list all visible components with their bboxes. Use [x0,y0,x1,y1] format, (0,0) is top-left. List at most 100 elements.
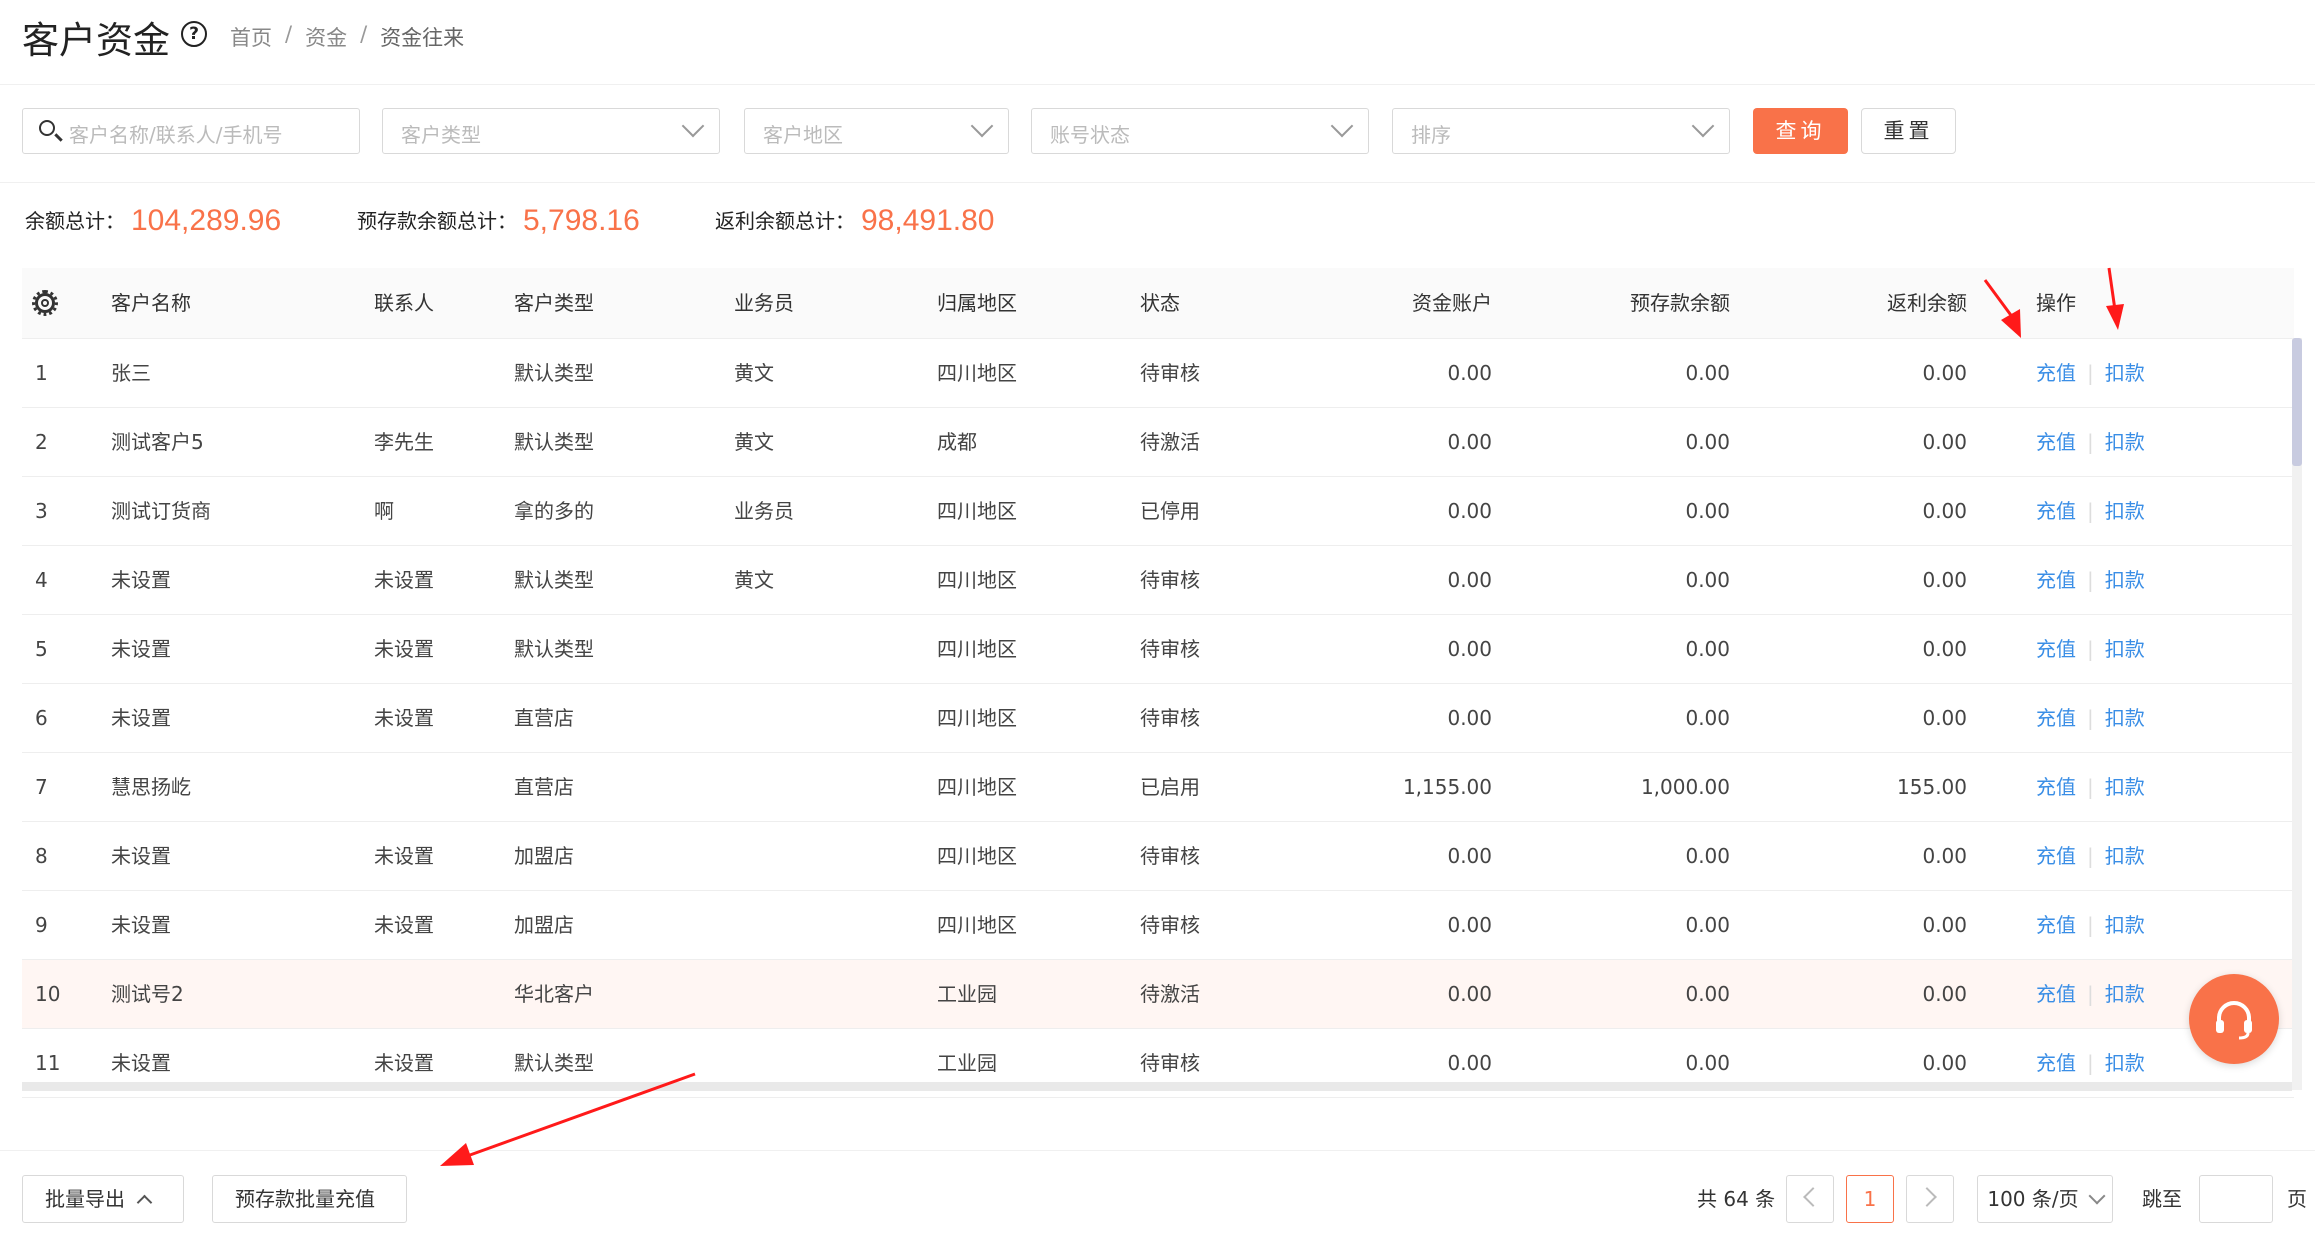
cell-customer-type: 华北客户 [514,982,594,1006]
chevron-down-icon [970,114,994,138]
recharge-link[interactable]: 充值 [2036,706,2076,730]
page-size-select[interactable]: 100 条/页 [1977,1175,2113,1223]
cell-row-number: 8 [35,844,48,868]
cell-region: 成都 [937,430,977,454]
cell-customer-name: 测试订货商 [111,499,211,523]
cell-customer-type: 加盟店 [514,844,574,868]
cell-status: 待激活 [1140,430,1200,454]
customer-support-button[interactable] [2189,974,2279,1064]
cell-fund-account: 0.00 [1447,361,1492,385]
recharge-link[interactable]: 充值 [2036,568,2076,592]
region-select[interactable]: 客户地区 [744,108,1009,154]
table-row: 8 未设置 未设置 加盟店 四川地区 待审核 0.00 0.00 0.00 充值 | 扣款 [22,822,2294,891]
deduct-link[interactable]: 扣款 [2105,844,2145,868]
page-number-current[interactable]: 1 [1846,1175,1894,1223]
cell-actions: 充值 | 扣款 [2036,684,2145,752]
deduct-link[interactable]: 扣款 [2105,1051,2145,1075]
table-header: 客户名称 联系人 客户类型 业务员 归属地区 状态 资金账户 预存款余额 返利余… [22,268,2294,339]
cell-customer-type: 拿的多的 [514,499,594,523]
chevron-left-icon [1803,1187,1823,1207]
cell-status: 待审核 [1140,913,1200,937]
cell-contact: 未设置 [374,913,434,937]
cell-status: 待审核 [1140,637,1200,661]
chevron-up-icon [136,1194,153,1211]
cell-customer-type: 直营店 [514,775,574,799]
recharge-link[interactable]: 充值 [2036,1051,2076,1075]
customer-type-select[interactable]: 客户类型 [382,108,720,154]
cell-rebate-balance: 0.00 [1922,637,1967,661]
prev-page-button[interactable] [1786,1175,1834,1223]
deduct-link[interactable]: 扣款 [2105,913,2145,937]
table-row: 9 未设置 未设置 加盟店 四川地区 待审核 0.00 0.00 0.00 充值 | 扣款 [22,891,2294,960]
prepaid-total-label: 预存款余额总计： [357,209,517,233]
deduct-link[interactable]: 扣款 [2105,499,2145,523]
cell-prepaid-balance: 0.00 [1685,361,1730,385]
deduct-link[interactable]: 扣款 [2105,568,2145,592]
cell-prepaid-balance: 0.00 [1685,637,1730,661]
breadcrumb-funds[interactable]: 资金 [305,22,347,52]
action-divider: | [2087,775,2094,799]
cell-prepaid-balance: 1,000.00 [1640,775,1730,799]
cell-fund-account: 0.00 [1447,499,1492,523]
horizontal-scrollbar[interactable] [22,1082,2292,1091]
recharge-link[interactable]: 充值 [2036,637,2076,661]
column-header-sales: 业务员 [734,291,794,315]
table-row: 2 测试客户5 李先生 默认类型 黄文 成都 待激活 0.00 0.00 0.00 充值 | 扣款 [22,408,2294,477]
sort-select[interactable]: 排序 [1392,108,1730,154]
deduct-link[interactable]: 扣款 [2105,982,2145,1006]
cell-prepaid-balance: 0.00 [1685,499,1730,523]
recharge-link[interactable]: 充值 [2036,499,2076,523]
search-input[interactable]: 客户名称/联系人/手机号 [22,108,360,154]
vertical-scrollbar-thumb[interactable] [2292,338,2302,466]
recharge-link[interactable]: 充值 [2036,430,2076,454]
batch-recharge-button[interactable]: 预存款批量充值 [212,1175,407,1223]
account-status-select[interactable]: 账号状态 [1031,108,1369,154]
cell-salesperson: 黄文 [734,430,774,454]
breadcrumb-home[interactable]: 首页 [230,22,272,52]
chevron-down-icon [681,114,705,138]
table-row: 6 未设置 未设置 直营店 四川地区 待审核 0.00 0.00 0.00 充值 | 扣款 [22,684,2294,753]
cell-salesperson: 黄文 [734,361,774,385]
cell-region: 四川地区 [937,361,1017,385]
cell-prepaid-balance: 0.00 [1685,913,1730,937]
deduct-link[interactable]: 扣款 [2105,430,2145,454]
account-status-placeholder: 账号状态 [1050,123,1130,147]
footer-bar: 批量导出 预存款批量充值 共 64 条 1 100 条/页 跳至 页 [0,1150,2315,1234]
cell-customer-name: 未设置 [111,568,171,592]
deduct-link[interactable]: 扣款 [2105,361,2145,385]
balance-total-value: 104,289.96 [131,204,282,237]
reset-button[interactable]: 重置 [1861,108,1956,154]
recharge-link[interactable]: 充值 [2036,913,2076,937]
deduct-link[interactable]: 扣款 [2105,637,2145,661]
region-placeholder: 客户地区 [763,123,843,147]
vertical-scrollbar[interactable] [2292,338,2302,1090]
action-divider: | [2087,706,2094,730]
rebate-total: 返利余额总计： 98,491.80 [715,202,994,237]
column-header-type: 客户类型 [514,291,594,315]
recharge-link[interactable]: 充值 [2036,982,2076,1006]
jump-page-input[interactable] [2199,1175,2273,1223]
cell-region: 工业园 [937,982,997,1006]
next-page-button[interactable] [1906,1175,1954,1223]
cell-contact: 啊 [374,499,394,523]
deduct-link[interactable]: 扣款 [2105,706,2145,730]
action-divider: | [2087,913,2094,937]
recharge-link[interactable]: 充值 [2036,775,2076,799]
gear-icon[interactable] [32,290,58,316]
recharge-link[interactable]: 充值 [2036,361,2076,385]
table-body: 1 张三 默认类型 黄文 四川地区 待审核 0.00 0.00 0.00 充值 | 扣款 2 测试客户5 李… [22,339,2294,1098]
action-divider: | [2087,568,2094,592]
deduct-link[interactable]: 扣款 [2105,775,2145,799]
breadcrumb-separator: / [285,22,293,46]
cell-prepaid-balance: 0.00 [1685,568,1730,592]
help-icon[interactable]: ? [181,21,207,47]
chevron-down-icon [2088,1187,2106,1205]
jump-label: 跳至 [2142,1187,2182,1211]
query-button[interactable]: 查询 [1753,108,1848,154]
batch-export-button[interactable]: 批量导出 [22,1175,184,1223]
cell-contact: 未设置 [374,637,434,661]
cell-customer-name: 慧思扬屹 [111,775,191,799]
cell-prepaid-balance: 0.00 [1685,706,1730,730]
recharge-link[interactable]: 充值 [2036,844,2076,868]
action-divider: | [2087,982,2094,1006]
